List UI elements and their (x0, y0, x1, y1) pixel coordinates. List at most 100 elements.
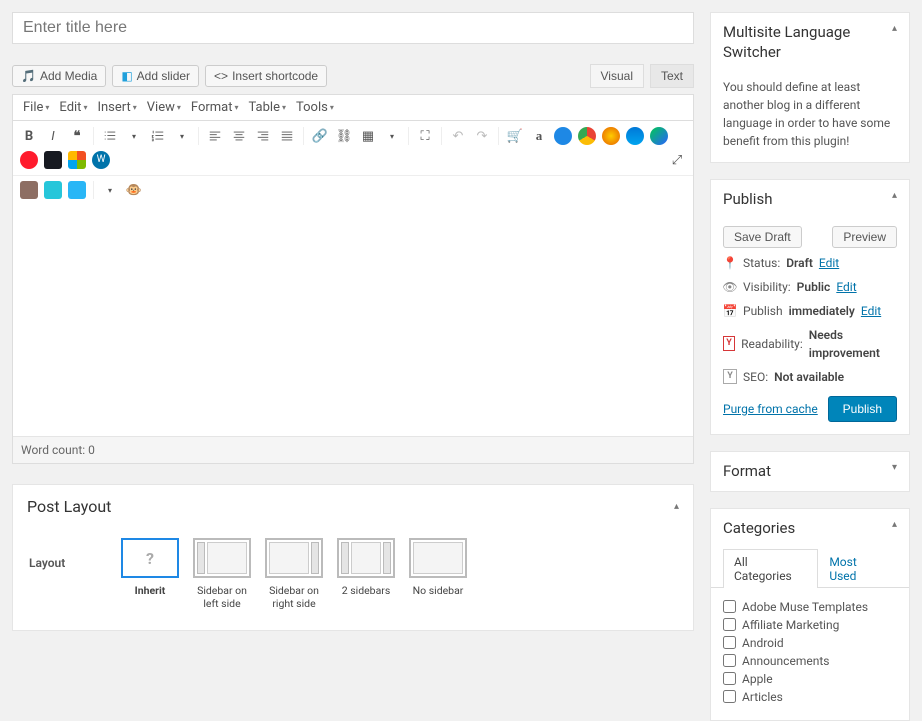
status-line-status: 📍 Status: Draft Edit (723, 254, 897, 272)
menu-edit[interactable]: Edit▾ (55, 98, 91, 117)
playstore-icon[interactable] (649, 126, 669, 146)
edit-schedule-link[interactable]: Edit (861, 302, 881, 320)
unlink-button[interactable]: ⛓ (334, 126, 354, 146)
panel-toggle-icon[interactable]: ▴ (892, 190, 897, 201)
edit-visibility-link[interactable]: Edit (836, 278, 856, 296)
align-left-button[interactable] (205, 126, 225, 146)
separator (198, 127, 199, 145)
editor-content-area[interactable] (13, 206, 693, 436)
chevron-down-icon: ▾ (133, 103, 137, 112)
editor-toolbar: B I ❝ ▾ ▾ 🔗 ⛓ ▦ ▾ ⛶ (13, 121, 693, 176)
status-line-seo: Y SEO: Not available (723, 368, 897, 386)
menu-insert[interactable]: Insert▾ (93, 98, 140, 117)
category-item[interactable]: Announcements (723, 654, 897, 668)
align-justify-button[interactable] (277, 126, 297, 146)
layout-sidebar-left[interactable]: Sidebar on left side (191, 538, 253, 610)
badge-icon-1[interactable] (19, 180, 39, 200)
layout-sidebar-right[interactable]: Sidebar on right side (263, 538, 325, 610)
editor-tab-text[interactable]: Text (650, 64, 694, 88)
number-list-button[interactable] (148, 126, 168, 146)
menu-file[interactable]: File▾ (19, 98, 53, 117)
layout-no-sidebar[interactable]: No sidebar (407, 538, 469, 610)
category-checkbox[interactable] (723, 636, 736, 649)
edge-icon[interactable] (625, 126, 645, 146)
category-item[interactable]: Affiliate Marketing (723, 618, 897, 632)
align-right-button[interactable] (253, 126, 273, 146)
steam-icon[interactable] (43, 150, 63, 170)
purge-cache-link[interactable]: Purge from cache (723, 400, 818, 418)
insert-shortcode-button[interactable]: <> Insert shortcode (205, 65, 327, 87)
publish-button[interactable]: Publish (828, 396, 897, 422)
menu-table[interactable]: Table▾ (245, 98, 290, 117)
panel-toggle-icon[interactable]: ▴ (892, 519, 897, 530)
opera-icon[interactable] (19, 150, 39, 170)
redo-button[interactable]: ↷ (472, 126, 492, 146)
blockquote-button[interactable]: ❝ (67, 126, 87, 146)
add-media-label: Add Media (40, 69, 97, 83)
layout-two-sidebars[interactable]: 2 sidebars (335, 538, 397, 610)
separator (441, 127, 442, 145)
firefox-icon[interactable] (601, 126, 621, 146)
badge-icon-3[interactable] (67, 180, 87, 200)
preview-button[interactable]: Preview (832, 226, 897, 248)
cart-icon[interactable]: 🛒 (505, 126, 525, 146)
category-checkbox[interactable] (723, 600, 736, 613)
separator (93, 181, 94, 199)
category-checkbox[interactable] (723, 654, 736, 667)
editor-tab-visual[interactable]: Visual (590, 64, 644, 88)
table-dropdown[interactable]: ▾ (382, 126, 402, 146)
save-draft-button[interactable]: Save Draft (723, 226, 802, 248)
undo-button[interactable]: ↶ (448, 126, 468, 146)
tab-all-categories[interactable]: All Categories (723, 549, 818, 588)
post-title-input[interactable] (12, 12, 694, 44)
menu-view[interactable]: View▾ (143, 98, 185, 117)
panel-toggle-icon[interactable]: ▴ (674, 501, 679, 512)
chevron-down-icon: ▾ (177, 103, 181, 112)
link-button[interactable]: 🔗 (310, 126, 330, 146)
editor: 🎵 Add Media ◧ Add slider <> Insert short… (12, 64, 694, 464)
camera-music-icon: 🎵 (21, 69, 36, 83)
table-button[interactable]: ▦ (358, 126, 378, 146)
category-checkbox[interactable] (723, 690, 736, 703)
bullet-list-button[interactable] (100, 126, 120, 146)
separator (93, 127, 94, 145)
eye-icon: 👁 (723, 278, 737, 296)
layout-inherit[interactable]: ? Inherit (119, 538, 181, 610)
category-item[interactable]: Android (723, 636, 897, 650)
appstore-icon[interactable] (553, 126, 573, 146)
dropdown-button[interactable]: ▾ (100, 180, 120, 200)
add-media-button[interactable]: 🎵 Add Media (12, 65, 106, 87)
bold-button[interactable]: B (19, 126, 39, 146)
language-heading: Multisite Language Switcher (723, 23, 892, 62)
align-center-button[interactable] (229, 126, 249, 146)
status-line-visibility: 👁 Visibility: Public Edit (723, 278, 897, 296)
tab-most-used[interactable]: Most Used (818, 549, 897, 588)
fullscreen-button[interactable]: ⛶ (415, 126, 435, 146)
category-checkbox[interactable] (723, 618, 736, 631)
chevron-down-icon: ▾ (83, 103, 87, 112)
panel-toggle-icon[interactable]: ▾ (892, 462, 897, 473)
chrome-icon[interactable] (577, 126, 597, 146)
category-item[interactable]: Adobe Muse Templates (723, 600, 897, 614)
category-item[interactable]: Apple (723, 672, 897, 686)
edit-status-link[interactable]: Edit (819, 254, 839, 272)
menu-format[interactable]: Format▾ (187, 98, 243, 117)
badge-icon-2[interactable] (43, 180, 63, 200)
distraction-free-button[interactable]: ⤢ (667, 150, 687, 170)
category-item[interactable]: Articles (723, 690, 897, 704)
panel-toggle-icon[interactable]: ▴ (892, 23, 897, 34)
post-layout-panel: Post Layout ▴ Layout ? Inherit Sidebar o… (12, 484, 694, 631)
category-checkbox[interactable] (723, 672, 736, 685)
wordpress-icon[interactable]: W (91, 150, 111, 170)
menu-tools[interactable]: Tools▾ (292, 98, 338, 117)
layout-label: Layout (29, 538, 99, 570)
categories-heading: Categories (723, 519, 892, 539)
mailchimp-icon[interactable]: 🐵 (124, 180, 144, 200)
number-list-dropdown[interactable]: ▾ (172, 126, 192, 146)
amazon-icon[interactable]: a (529, 126, 549, 146)
add-slider-button[interactable]: ◧ Add slider (112, 65, 199, 87)
italic-button[interactable]: I (43, 126, 63, 146)
category-list[interactable]: Adobe Muse Templates Affiliate Marketing… (711, 596, 909, 720)
bullet-list-dropdown[interactable]: ▾ (124, 126, 144, 146)
microsoft-icon[interactable] (67, 150, 87, 170)
